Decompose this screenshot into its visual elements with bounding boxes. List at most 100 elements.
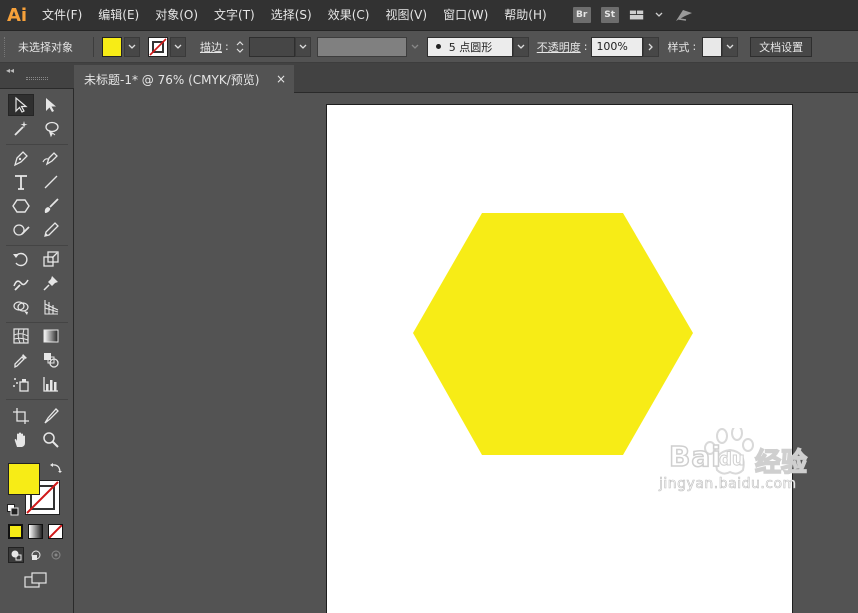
close-icon[interactable]: × bbox=[276, 72, 286, 86]
watermark-brand-suffix: du bbox=[719, 449, 746, 471]
mesh-tool[interactable] bbox=[8, 325, 34, 347]
puppet-warp-tool[interactable] bbox=[38, 272, 64, 294]
artwork-layer bbox=[413, 213, 693, 455]
menu-type[interactable]: 文字(T) bbox=[206, 0, 263, 31]
color-mode-button[interactable] bbox=[8, 524, 23, 539]
pen-tool[interactable] bbox=[8, 147, 34, 169]
stroke-weight-dropdown[interactable] bbox=[294, 36, 311, 57]
variable-width-profile[interactable] bbox=[316, 36, 407, 57]
control-bar-grip[interactable] bbox=[4, 36, 18, 57]
menu-view[interactable]: 视图(V) bbox=[377, 0, 435, 31]
menu-object[interactable]: 对象(O) bbox=[147, 0, 206, 31]
yellow-hexagon[interactable] bbox=[413, 213, 693, 455]
brush-definition[interactable]: 5 点圆形 bbox=[426, 36, 513, 57]
fill-swatch[interactable] bbox=[102, 36, 122, 57]
baidu-jingyan-watermark: Bai du 经验 jingyan.baidu.com bbox=[585, 428, 815, 508]
menu-window[interactable]: 窗口(W) bbox=[435, 0, 496, 31]
shaper-tool[interactable] bbox=[8, 219, 34, 241]
menu-edit[interactable]: 编辑(E) bbox=[90, 0, 147, 31]
graphic-style-swatch[interactable] bbox=[702, 36, 723, 57]
fill-dropdown[interactable] bbox=[124, 36, 140, 57]
rotate-tool[interactable] bbox=[8, 248, 34, 270]
lasso-tool[interactable] bbox=[38, 118, 64, 140]
zoom-tool[interactable] bbox=[38, 429, 64, 451]
direct-selection-arrow-icon bbox=[46, 98, 56, 112]
none-mode-button[interactable] bbox=[48, 524, 63, 539]
gradient-tool[interactable] bbox=[38, 325, 64, 347]
scale-tool[interactable] bbox=[38, 248, 64, 270]
rotate-icon bbox=[13, 252, 28, 267]
canvas-area[interactable] bbox=[74, 93, 858, 613]
tools-panel-header[interactable]: ◂◂ bbox=[0, 63, 74, 89]
panel-grip[interactable] bbox=[26, 77, 48, 80]
column-graph-tool[interactable] bbox=[38, 373, 64, 395]
default-fill-stroke-icon[interactable] bbox=[7, 504, 19, 516]
draw-normal-button[interactable] bbox=[8, 547, 24, 563]
artboard[interactable] bbox=[326, 104, 793, 613]
draw-inside-button[interactable] bbox=[48, 547, 64, 563]
blend-icon bbox=[44, 353, 59, 368]
stroke-weight-stepper[interactable] bbox=[233, 37, 247, 57]
opacity-label[interactable]: 不透明度 bbox=[537, 39, 581, 55]
type-tool[interactable] bbox=[8, 171, 34, 193]
no-color-icon bbox=[48, 524, 63, 539]
blend-tool[interactable] bbox=[38, 349, 64, 371]
collapse-panel-icon[interactable]: ◂◂ bbox=[6, 66, 14, 75]
screen-mode-button[interactable] bbox=[24, 571, 48, 589]
menu-file[interactable]: 文件(F) bbox=[34, 0, 90, 31]
chevron-down-icon bbox=[726, 44, 734, 49]
tools-panel: ◂◂ bbox=[0, 63, 74, 613]
stroke-dropdown[interactable] bbox=[170, 36, 186, 57]
fill-color-box[interactable] bbox=[8, 463, 40, 495]
style-label: 样式 bbox=[667, 40, 690, 54]
opacity-input[interactable]: 100% bbox=[591, 36, 644, 57]
document-setup-button[interactable]: 文档设置 bbox=[750, 36, 813, 57]
chevron-down-icon bbox=[174, 44, 182, 49]
stroke-weight-input[interactable] bbox=[248, 36, 295, 57]
hand-tool[interactable] bbox=[8, 429, 34, 451]
stroke-label[interactable]: 描边 bbox=[200, 39, 222, 55]
divider bbox=[6, 322, 68, 323]
graphic-style-dropdown[interactable] bbox=[722, 36, 739, 57]
warp-tool[interactable] bbox=[8, 272, 34, 294]
brush-dropdown[interactable] bbox=[512, 36, 529, 57]
bridge-button[interactable]: Br bbox=[572, 7, 591, 23]
draw-inside-icon bbox=[51, 550, 61, 560]
profile-dropdown[interactable] bbox=[407, 37, 423, 57]
symbol-sprayer-tool[interactable] bbox=[8, 373, 34, 395]
opacity-expand-button[interactable] bbox=[643, 36, 660, 57]
warp-icon bbox=[13, 279, 29, 291]
gradient-mode-button[interactable] bbox=[28, 524, 43, 539]
selection-tool[interactable] bbox=[8, 94, 34, 116]
paintbrush-icon bbox=[44, 198, 59, 213]
menu-help[interactable]: 帮助(H) bbox=[496, 0, 554, 31]
draw-behind-button[interactable] bbox=[28, 547, 44, 563]
perspective-grid-icon bbox=[44, 300, 59, 315]
menu-effect[interactable]: 效果(C) bbox=[320, 0, 378, 31]
perspective-grid-tool[interactable] bbox=[38, 296, 64, 318]
artboard-tool[interactable] bbox=[8, 405, 34, 427]
stock-button[interactable]: St bbox=[600, 7, 619, 23]
paintbrush-tool[interactable] bbox=[38, 195, 64, 217]
magic-wand-tool[interactable] bbox=[8, 118, 34, 140]
direct-selection-tool[interactable] bbox=[38, 94, 64, 116]
menu-select[interactable]: 选择(S) bbox=[263, 0, 320, 31]
document-tab-strip: 未标题-1* @ 76% (CMYK/预览) × bbox=[74, 63, 858, 93]
chevron-down-icon[interactable] bbox=[655, 8, 663, 22]
gpu-performance-icon[interactable] bbox=[673, 8, 695, 22]
shape-builder-tool[interactable] bbox=[8, 296, 34, 318]
polygon-tool[interactable] bbox=[8, 195, 34, 217]
slice-tool[interactable] bbox=[38, 405, 64, 427]
tab-document[interactable]: 未标题-1* @ 76% (CMYK/预览) × bbox=[74, 65, 294, 93]
stroke-swatch[interactable] bbox=[148, 36, 168, 57]
swap-fill-stroke-icon[interactable] bbox=[50, 462, 62, 474]
curvature-tool[interactable] bbox=[38, 147, 64, 169]
line-segment-icon bbox=[44, 175, 58, 189]
no-stroke-icon bbox=[149, 37, 167, 56]
workspace-layout-icon[interactable] bbox=[629, 8, 645, 22]
artboard-icon bbox=[13, 408, 29, 424]
pencil-tool[interactable] bbox=[38, 219, 64, 241]
eyedropper-tool[interactable] bbox=[8, 349, 34, 371]
line-segment-tool[interactable] bbox=[38, 171, 64, 193]
draw-behind-icon bbox=[31, 550, 41, 560]
